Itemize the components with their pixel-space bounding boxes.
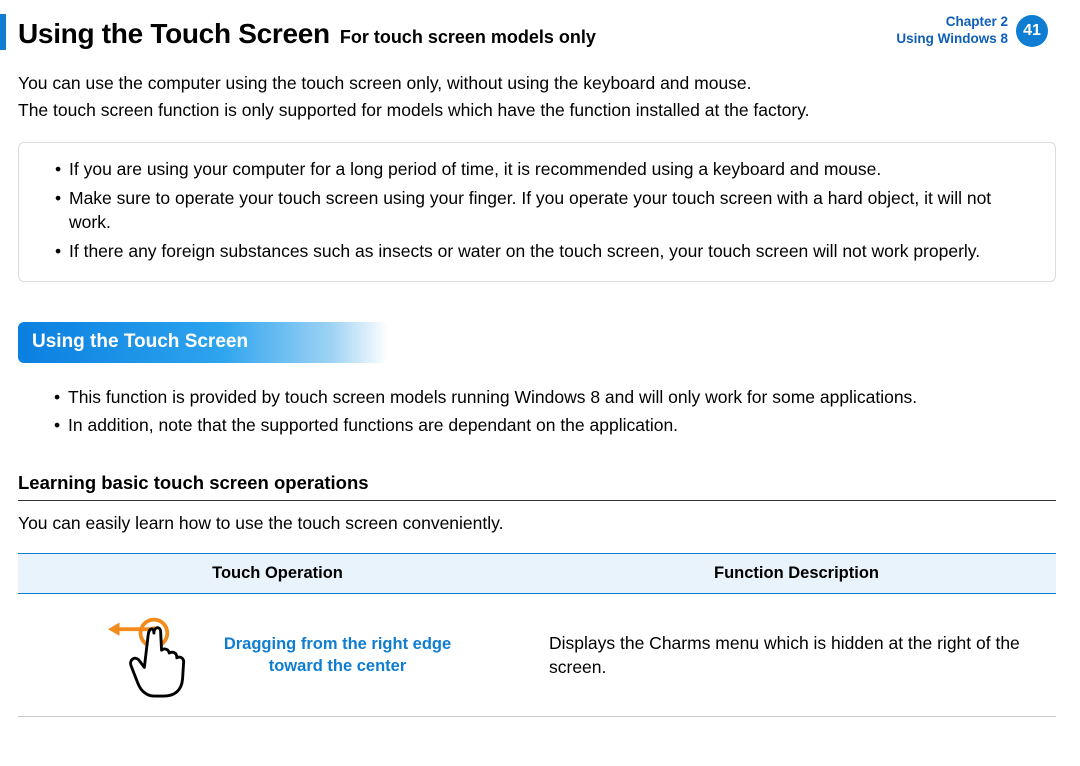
cell-touch-operation: Dragging from the right edge toward the …: [18, 594, 537, 717]
subsection-heading: Learning basic touch screen operations: [18, 470, 1056, 501]
intro-line-2: The touch screen function is only suppor…: [18, 98, 1056, 123]
touch-operations-table: Touch Operation Function Description: [18, 553, 1056, 717]
page-subtitle: For touch screen models only: [340, 25, 596, 50]
touch-operation-label: Dragging from the right edge toward the …: [224, 633, 451, 678]
note-box: If you are using your computer for a lon…: [18, 142, 1056, 282]
chapter-info: Chapter 2 Using Windows 8 41: [896, 14, 1056, 48]
page-number-badge: 41: [1016, 15, 1048, 47]
page-content: You can use the computer using the touch…: [0, 71, 1080, 717]
drag-left-gesture-icon: [104, 612, 200, 698]
section-bullets: This function is provided by touch scree…: [18, 385, 1056, 438]
note-item: If there any foreign substances such as …: [55, 239, 1035, 264]
op-label-line2: toward the center: [224, 655, 451, 677]
section-heading: Using the Touch Screen: [18, 322, 388, 363]
intro-line-1: You can use the computer using the touch…: [18, 71, 1056, 96]
chapter-number: Chapter 2: [896, 14, 1008, 31]
section-bullet: This function is provided by touch scree…: [54, 385, 1056, 410]
table-header-description: Function Description: [537, 554, 1056, 594]
page-header: Using the Touch Screen For touch screen …: [0, 0, 1080, 71]
table-row: Dragging from the right edge toward the …: [18, 594, 1056, 717]
page-title-group: Using the Touch Screen For touch screen …: [18, 14, 896, 53]
intro-text: You can use the computer using the touch…: [18, 71, 1056, 122]
cell-function-description: Displays the Charms menu which is hidden…: [537, 594, 1056, 717]
note-item: Make sure to operate your touch screen u…: [55, 186, 1035, 235]
chapter-title: Using Windows 8: [896, 31, 1008, 48]
op-label-line1: Dragging from the right edge: [224, 633, 451, 655]
header-accent-bar: [0, 14, 6, 50]
table-header-operation: Touch Operation: [18, 554, 537, 594]
section-bullet: In addition, note that the supported fun…: [54, 413, 1056, 438]
page-title: Using the Touch Screen: [18, 14, 330, 53]
note-item: If you are using your computer for a lon…: [55, 157, 1035, 182]
subsection-desc: You can easily learn how to use the touc…: [18, 511, 1056, 536]
